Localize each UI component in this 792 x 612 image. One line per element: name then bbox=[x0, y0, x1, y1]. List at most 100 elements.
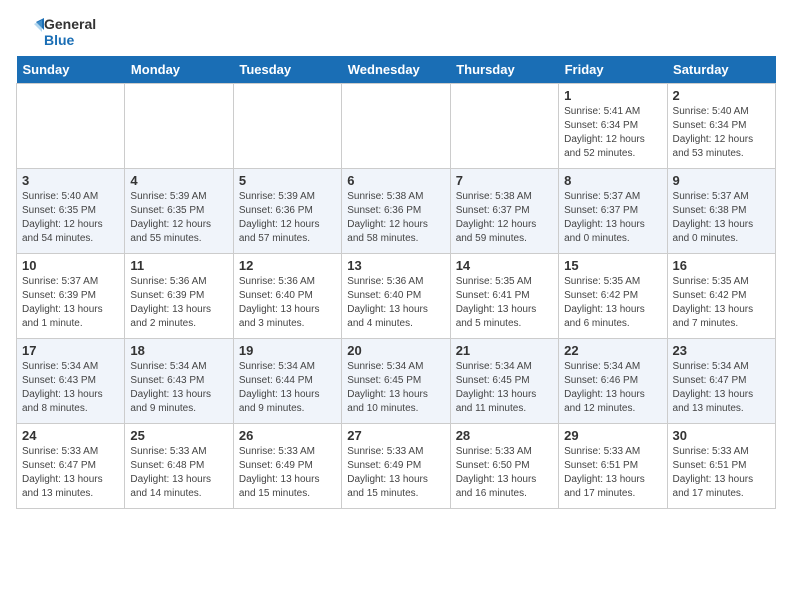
day-info: Sunrise: 5:35 AMSunset: 6:42 PMDaylight:… bbox=[564, 275, 661, 331]
day-number: 29 bbox=[564, 428, 661, 443]
calendar-cell: 21 Sunrise: 5:34 AMSunset: 6:45 PMDayligh… bbox=[450, 339, 558, 424]
logo-bird-icon bbox=[16, 18, 44, 46]
day-info: Sunrise: 5:34 AMSunset: 6:44 PMDaylight:… bbox=[239, 360, 336, 416]
day-info: Sunrise: 5:40 AMSunset: 6:35 PMDaylight:… bbox=[22, 190, 119, 246]
calendar-cell: 4Sunrise: 5:39 AMSunset: 6:35 PMDaylight… bbox=[125, 169, 233, 254]
day-number: 1 bbox=[564, 88, 661, 103]
day-info: Sunrise: 5:34 AMSunset: 6:45 PMDaylight:… bbox=[456, 360, 553, 416]
day-number: 17 bbox=[22, 343, 119, 358]
day-number: 27 bbox=[347, 428, 444, 443]
day-number: 5 bbox=[239, 173, 336, 188]
calendar-cell: 16Sunrise: 5:35 AMSunset: 6:42 PMDayligh… bbox=[667, 254, 775, 339]
day-number: 7 bbox=[456, 173, 553, 188]
calendar-cell bbox=[342, 84, 450, 169]
calendar-week-0: 1 Sunrise: 5:41 AMSunset: 6:34 PMDaylight… bbox=[17, 84, 776, 169]
calendar-week-3: 17 Sunrise: 5:34 AMSunset: 6:43 PMDayligh… bbox=[17, 339, 776, 424]
day-info: Sunrise: 5:34 AMSunset: 6:47 PMDaylight:… bbox=[673, 360, 770, 416]
day-info: Sunrise: 5:36 AMSunset: 6:40 PMDaylight:… bbox=[347, 275, 444, 331]
calendar-cell: 23 Sunrise: 5:34 AMSunset: 6:47 PMDayligh… bbox=[667, 339, 775, 424]
day-info: Sunrise: 5:34 AMSunset: 6:43 PMDaylight:… bbox=[130, 360, 227, 416]
day-number: 26 bbox=[239, 428, 336, 443]
day-info: Sunrise: 5:33 AMSunset: 6:50 PMDaylight:… bbox=[456, 445, 553, 501]
calendar-cell: 25Sunrise: 5:33 AMSunset: 6:48 PMDayligh… bbox=[125, 424, 233, 509]
day-number: 2 bbox=[673, 88, 770, 103]
calendar-cell: 24 Sunrise: 5:33 AMSunset: 6:47 PMDayligh… bbox=[17, 424, 125, 509]
day-number: 22 bbox=[564, 343, 661, 358]
calendar-cell: 27 Sunrise: 5:33 AMSunset: 6:49 PMDayligh… bbox=[342, 424, 450, 509]
calendar-cell: 8 Sunrise: 5:37 AMSunset: 6:37 PMDaylight… bbox=[559, 169, 667, 254]
weekday-header-thursday: Thursday bbox=[450, 56, 558, 84]
day-number: 6 bbox=[347, 173, 444, 188]
day-number: 12 bbox=[239, 258, 336, 273]
day-number: 21 bbox=[456, 343, 553, 358]
day-number: 16 bbox=[673, 258, 770, 273]
calendar-cell: 14 Sunrise: 5:35 AMSunset: 6:41 PMDayligh… bbox=[450, 254, 558, 339]
calendar-cell: 11 Sunrise: 5:36 AMSunset: 6:39 PMDayligh… bbox=[125, 254, 233, 339]
calendar-cell: 6 Sunrise: 5:38 AMSunset: 6:36 PMDaylight… bbox=[342, 169, 450, 254]
day-info: Sunrise: 5:38 AMSunset: 6:37 PMDaylight:… bbox=[456, 190, 553, 246]
calendar-cell: 19Sunrise: 5:34 AMSunset: 6:44 PMDayligh… bbox=[233, 339, 341, 424]
day-number: 18 bbox=[130, 343, 227, 358]
calendar-cell bbox=[17, 84, 125, 169]
day-info: Sunrise: 5:33 AMSunset: 6:51 PMDaylight:… bbox=[564, 445, 661, 501]
day-info: Sunrise: 5:40 AMSunset: 6:34 PMDaylight:… bbox=[673, 105, 770, 161]
calendar-cell: 5Sunrise: 5:39 AMSunset: 6:36 PMDaylight… bbox=[233, 169, 341, 254]
day-info: Sunrise: 5:33 AMSunset: 6:51 PMDaylight:… bbox=[673, 445, 770, 501]
day-number: 14 bbox=[456, 258, 553, 273]
calendar-cell: 20 Sunrise: 5:34 AMSunset: 6:45 PMDayligh… bbox=[342, 339, 450, 424]
calendar-header-row: SundayMondayTuesdayWednesdayThursdayFrid… bbox=[17, 56, 776, 84]
day-info: Sunrise: 5:34 AMSunset: 6:46 PMDaylight:… bbox=[564, 360, 661, 416]
calendar-cell: 12 Sunrise: 5:36 AMSunset: 6:40 PMDayligh… bbox=[233, 254, 341, 339]
day-number: 20 bbox=[347, 343, 444, 358]
day-info: Sunrise: 5:33 AMSunset: 6:47 PMDaylight:… bbox=[22, 445, 119, 501]
day-info: Sunrise: 5:36 AMSunset: 6:40 PMDaylight:… bbox=[239, 275, 336, 331]
calendar-cell: 1 Sunrise: 5:41 AMSunset: 6:34 PMDaylight… bbox=[559, 84, 667, 169]
calendar-week-4: 24 Sunrise: 5:33 AMSunset: 6:47 PMDayligh… bbox=[17, 424, 776, 509]
calendar-cell bbox=[233, 84, 341, 169]
weekday-header-sunday: Sunday bbox=[17, 56, 125, 84]
weekday-header-friday: Friday bbox=[559, 56, 667, 84]
logo-general: General bbox=[44, 16, 96, 32]
calendar-cell: 26 Sunrise: 5:33 AMSunset: 6:49 PMDayligh… bbox=[233, 424, 341, 509]
day-info: Sunrise: 5:35 AMSunset: 6:41 PMDaylight:… bbox=[456, 275, 553, 331]
calendar-cell: 30 Sunrise: 5:33 AMSunset: 6:51 PMDayligh… bbox=[667, 424, 775, 509]
calendar-cell: 29 Sunrise: 5:33 AMSunset: 6:51 PMDayligh… bbox=[559, 424, 667, 509]
day-number: 25 bbox=[130, 428, 227, 443]
calendar-week-2: 10 Sunrise: 5:37 AMSunset: 6:39 PMDayligh… bbox=[17, 254, 776, 339]
calendar-cell: 7 Sunrise: 5:38 AMSunset: 6:37 PMDaylight… bbox=[450, 169, 558, 254]
calendar-cell: 13 Sunrise: 5:36 AMSunset: 6:40 PMDayligh… bbox=[342, 254, 450, 339]
calendar-week-1: 3 Sunrise: 5:40 AMSunset: 6:35 PMDaylight… bbox=[17, 169, 776, 254]
day-number: 15 bbox=[564, 258, 661, 273]
day-number: 8 bbox=[564, 173, 661, 188]
weekday-header-saturday: Saturday bbox=[667, 56, 775, 84]
calendar-cell bbox=[125, 84, 233, 169]
calendar-cell: 15 Sunrise: 5:35 AMSunset: 6:42 PMDayligh… bbox=[559, 254, 667, 339]
day-info: Sunrise: 5:41 AMSunset: 6:34 PMDaylight:… bbox=[564, 105, 661, 161]
day-number: 3 bbox=[22, 173, 119, 188]
logo: General Blue bbox=[16, 16, 96, 48]
day-number: 30 bbox=[673, 428, 770, 443]
day-info: Sunrise: 5:34 AMSunset: 6:45 PMDaylight:… bbox=[347, 360, 444, 416]
calendar-cell: 3 Sunrise: 5:40 AMSunset: 6:35 PMDaylight… bbox=[17, 169, 125, 254]
day-info: Sunrise: 5:38 AMSunset: 6:36 PMDaylight:… bbox=[347, 190, 444, 246]
calendar-cell: 28Sunrise: 5:33 AMSunset: 6:50 PMDayligh… bbox=[450, 424, 558, 509]
day-number: 10 bbox=[22, 258, 119, 273]
calendar-cell: 17Sunrise: 5:34 AMSunset: 6:43 PMDayligh… bbox=[17, 339, 125, 424]
day-number: 13 bbox=[347, 258, 444, 273]
calendar-cell bbox=[450, 84, 558, 169]
logo-blue: Blue bbox=[44, 32, 96, 48]
day-number: 23 bbox=[673, 343, 770, 358]
weekday-header-wednesday: Wednesday bbox=[342, 56, 450, 84]
weekday-header-tuesday: Tuesday bbox=[233, 56, 341, 84]
day-info: Sunrise: 5:37 AMSunset: 6:38 PMDaylight:… bbox=[673, 190, 770, 246]
day-number: 11 bbox=[130, 258, 227, 273]
day-info: Sunrise: 5:33 AMSunset: 6:49 PMDaylight:… bbox=[239, 445, 336, 501]
day-info: Sunrise: 5:36 AMSunset: 6:39 PMDaylight:… bbox=[130, 275, 227, 331]
day-info: Sunrise: 5:33 AMSunset: 6:49 PMDaylight:… bbox=[347, 445, 444, 501]
page-header: General Blue bbox=[16, 16, 776, 48]
calendar-cell: 18 Sunrise: 5:34 AMSunset: 6:43 PMDayligh… bbox=[125, 339, 233, 424]
day-info: Sunrise: 5:37 AMSunset: 6:39 PMDaylight:… bbox=[22, 275, 119, 331]
day-info: Sunrise: 5:37 AMSunset: 6:37 PMDaylight:… bbox=[564, 190, 661, 246]
day-number: 4 bbox=[130, 173, 227, 188]
day-number: 24 bbox=[22, 428, 119, 443]
